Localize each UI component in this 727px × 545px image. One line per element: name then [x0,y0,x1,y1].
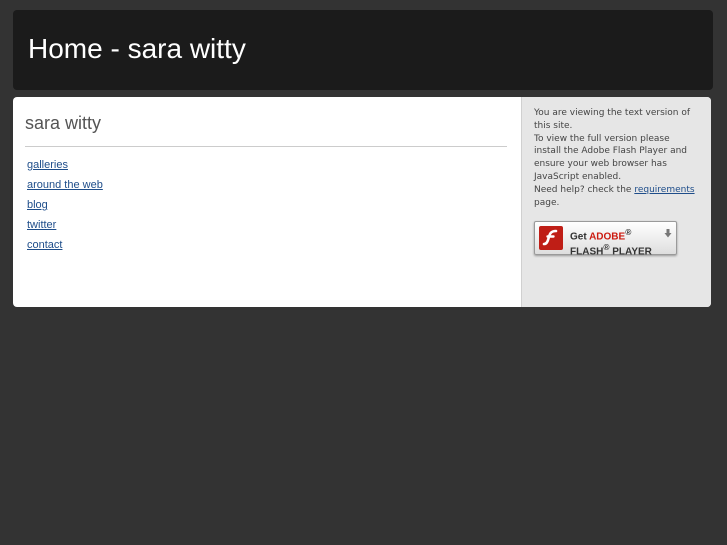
flash-notice: You are viewing the text version of this… [534,107,699,209]
nav-link-blog[interactable]: blog [27,199,48,211]
nav-item-galleries: galleries [27,156,103,176]
flash-badge-reg-mark-1: ® [625,227,632,237]
flash-badge-player: PLAYER [609,246,652,258]
flash-badge-get: Get [570,231,590,243]
nav-link-galleries[interactable]: galleries [27,159,68,171]
nav-item-contact: contact [27,236,103,256]
page-title: Home - sara witty [28,33,246,64]
site-title: sara witty [25,113,102,133]
title-divider [25,146,507,147]
page-header: Home - sara witty [13,10,713,90]
flash-badge-adobe: ADOBE [589,231,626,243]
requirements-link[interactable]: requirements [634,185,694,195]
content-panel: sara witty galleries around the web blog… [13,97,711,307]
notice-text-version: You are viewing the text version of this… [534,108,691,131]
flash-badge-label: Get ADOBE® FLASH® PLAYER [570,227,652,258]
help-suffix: page. [534,197,560,208]
download-arrow-icon [664,225,672,238]
flash-badge-line2: FLASH® PLAYER [570,242,652,257]
nav-link-twitter[interactable]: twitter [27,219,56,231]
notice-install-flash: To view the full version please install … [534,133,688,182]
nav-link-contact[interactable]: contact [27,239,62,251]
notice-help: Need help? check the requirements page. [534,184,699,210]
flash-badge-flash: FLASH [570,246,604,258]
main-column: sara witty galleries around the web blog… [13,97,521,307]
flash-badge-line1: Get ADOBE® [570,227,652,242]
flash-player-icon [539,226,563,250]
nav-item-twitter: twitter [27,216,103,236]
help-prefix: Need help? check the [534,184,635,195]
sidebar: You are viewing the text version of this… [521,97,711,307]
nav-item-around-the-web: around the web [27,176,103,196]
nav-list: galleries around the web blog twitter co… [27,156,103,256]
nav-item-blog: blog [27,196,103,216]
get-flash-player-button[interactable]: Get ADOBE® FLASH® PLAYER [534,221,677,258]
nav-link-around-the-web[interactable]: around the web [27,179,103,191]
